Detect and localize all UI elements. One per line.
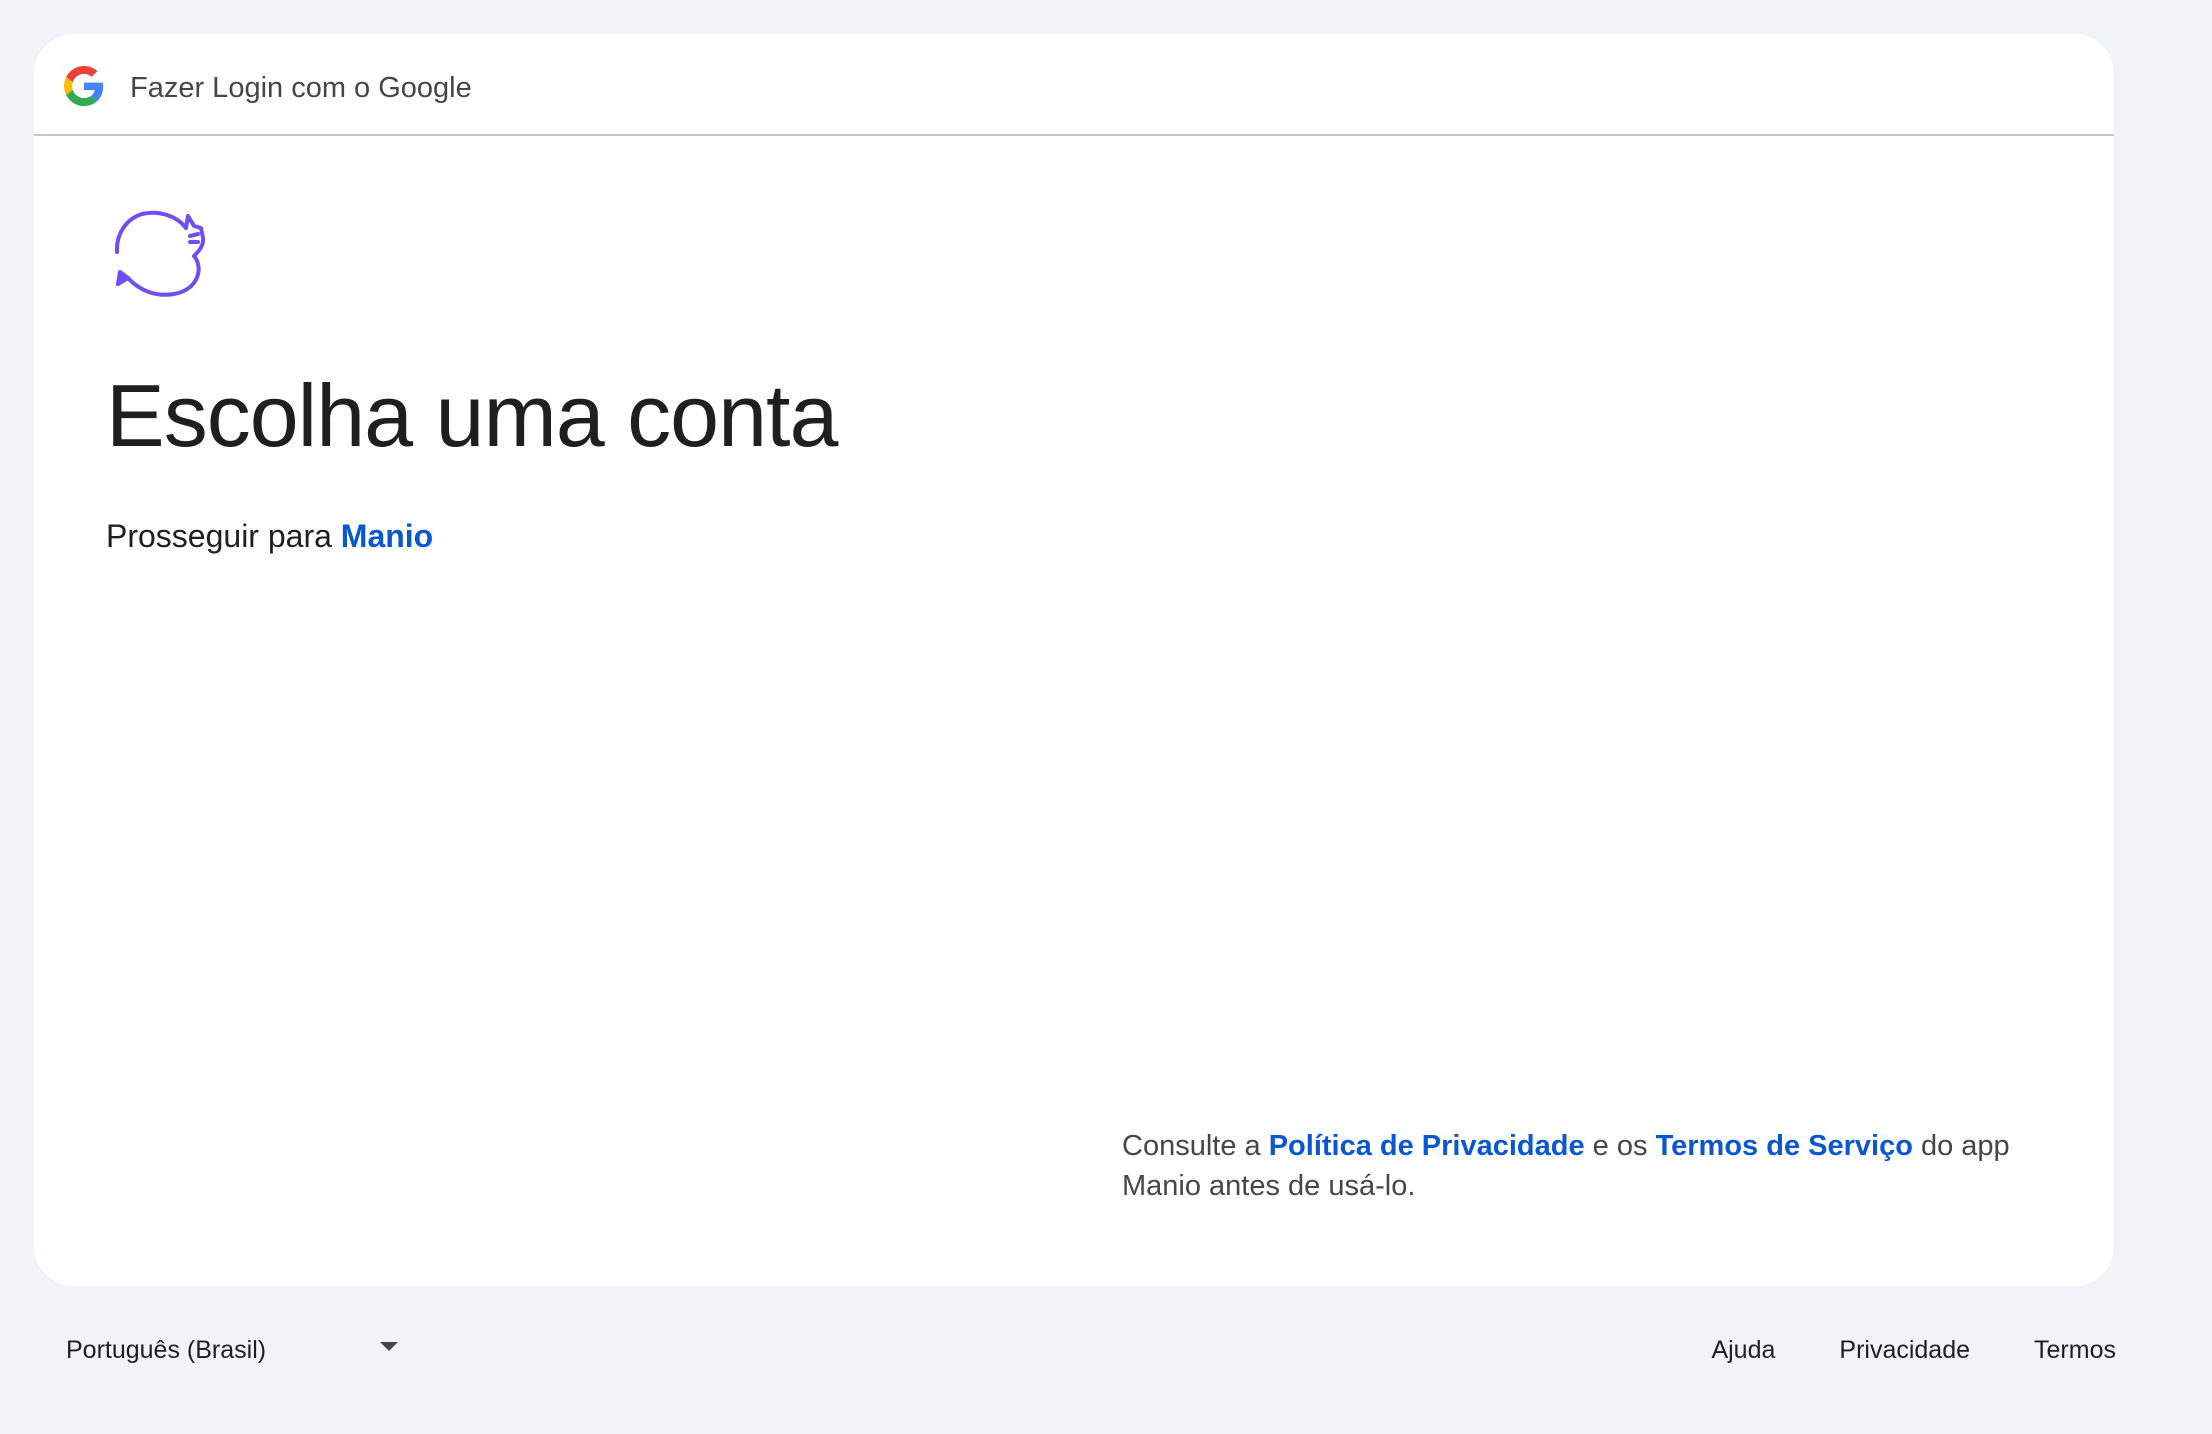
terms-link[interactable]: Termos [2034, 1330, 2116, 1370]
help-link[interactable]: Ajuda [1711, 1330, 1775, 1370]
privacy-policy-link[interactable]: Política de Privacidade [1269, 1130, 1585, 1162]
card-header: Fazer Login com o Google [34, 34, 2114, 136]
subtitle: Prosseguir para Manio [106, 514, 433, 558]
page-title: Escolha uma conta [106, 366, 838, 465]
header-title: Fazer Login com o Google [130, 72, 472, 104]
app-name-link[interactable]: Manio [341, 518, 433, 554]
footer-links: Ajuda Privacidade Termos [1711, 1330, 2116, 1370]
subtitle-prefix: Prosseguir para [106, 518, 341, 554]
sign-in-card: Fazer Login com o Google Escolha uma con… [34, 34, 2114, 1286]
legal-prefix: Consulte a [1122, 1130, 1269, 1162]
language-label: Português (Brasil) [66, 1336, 267, 1364]
google-g-icon [64, 66, 104, 106]
caret-down-icon [380, 1342, 398, 1351]
page-footer: Português (Brasil) Ajuda Privacidade Ter… [0, 1322, 2212, 1378]
privacy-link[interactable]: Privacidade [1839, 1330, 1970, 1370]
legal-middle: e os [1584, 1130, 1656, 1162]
legal-notice: Consulte a Política de Privacidade e os … [1122, 1126, 2062, 1206]
cat-cycle-logo-icon [114, 210, 206, 297]
terms-of-service-link[interactable]: Termos de Serviço [1656, 1130, 1913, 1162]
language-selector[interactable]: Português (Brasil) [56, 1322, 412, 1378]
